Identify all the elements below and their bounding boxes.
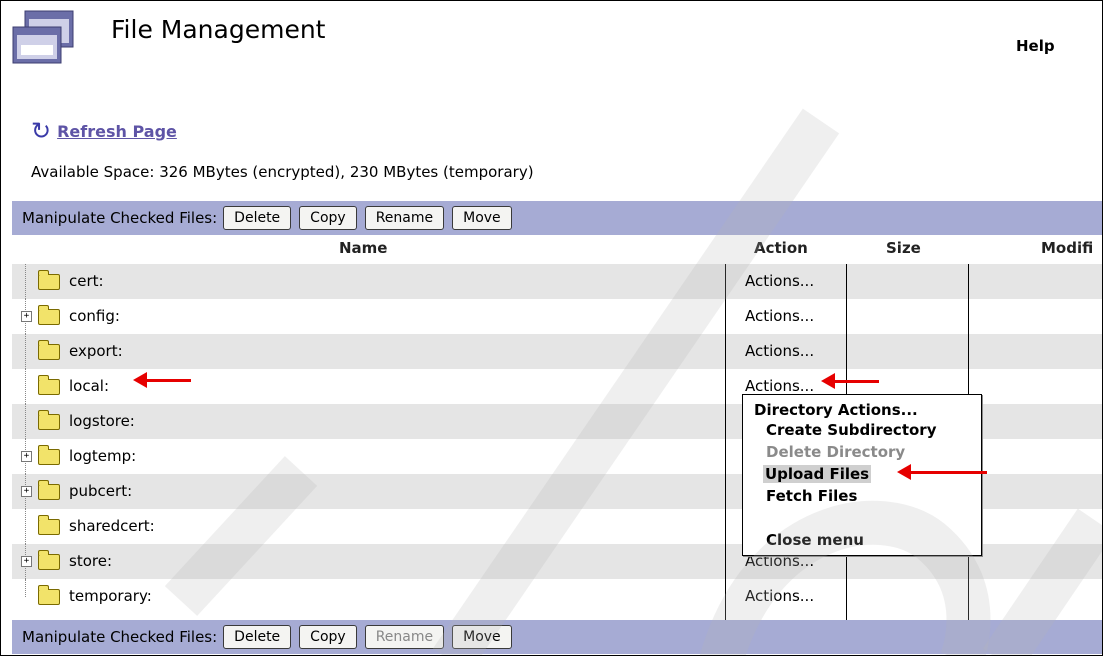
folder-icon	[38, 270, 60, 290]
folder-icon	[38, 340, 60, 360]
refresh-control: ↻ Refresh Page	[31, 119, 177, 143]
refresh-page-link[interactable]: Refresh Page	[57, 122, 177, 141]
folder-name[interactable]: sharedcert:	[69, 517, 155, 535]
available-space-text: Available Space: 326 MBytes (encrypted),…	[31, 163, 534, 181]
directory-actions-menu: Directory Actions... Create Subdirectory…	[742, 394, 982, 556]
menu-item-upload-files[interactable]: Upload Files	[763, 465, 872, 483]
expand-icon[interactable]: +	[21, 486, 32, 497]
folder-name[interactable]: export:	[69, 342, 123, 360]
move-button[interactable]: Move	[452, 206, 512, 230]
open-folder-icon	[38, 375, 60, 395]
column-header-size[interactable]: Size	[886, 239, 921, 257]
column-header-action: Action	[754, 239, 808, 257]
copy-button[interactable]: Copy	[299, 625, 357, 649]
folder-name[interactable]: pubcert:	[69, 482, 132, 500]
expand-icon[interactable]: +	[21, 556, 32, 567]
expand-icon[interactable]: +	[21, 451, 32, 462]
manipulate-label: Manipulate Checked Files:	[22, 628, 218, 646]
expand-icon[interactable]: +	[21, 311, 32, 322]
menu-item-delete-directory[interactable]: Delete Directory	[766, 443, 905, 461]
page-title: File Management	[111, 15, 326, 44]
rename-button[interactable]: Rename	[364, 206, 445, 230]
menu-item-fetch-files[interactable]: Fetch Files	[766, 487, 857, 505]
folder-icon	[38, 550, 60, 570]
menu-title: Directory Actions...	[754, 401, 918, 419]
copy-button[interactable]: Copy	[299, 206, 357, 230]
folder-name[interactable]: temporary:	[69, 587, 152, 605]
rename-button[interactable]: Rename	[364, 625, 445, 649]
help-link[interactable]: Help	[1016, 37, 1055, 55]
manipulate-toolbar-bottom: Manipulate Checked Files: Delete Copy Re…	[12, 620, 1102, 654]
folder-name[interactable]: cert:	[69, 272, 104, 290]
menu-item-close-menu[interactable]: Close menu	[766, 531, 864, 549]
folder-icon	[38, 585, 60, 605]
folder-icon	[38, 515, 60, 535]
manipulate-toolbar-top: Manipulate Checked Files: Delete Copy Re…	[12, 201, 1102, 235]
manipulate-label: Manipulate Checked Files:	[22, 209, 218, 227]
arrow-icon	[821, 373, 879, 389]
folder-name[interactable]: config:	[69, 307, 120, 325]
file-management-window: File Management Help ↻ Refresh Page Avai…	[0, 0, 1103, 656]
folder-name[interactable]: local:	[69, 377, 109, 395]
column-header-name[interactable]: Name	[339, 239, 387, 257]
column-header-modified[interactable]: Modifi	[1041, 239, 1093, 257]
refresh-icon[interactable]: ↻	[31, 119, 51, 143]
folder-icon	[38, 410, 60, 430]
file-management-icon	[11, 9, 77, 71]
move-button[interactable]: Move	[452, 625, 512, 649]
folder-icon	[38, 480, 60, 500]
folder-name[interactable]: store:	[69, 552, 112, 570]
folder-name[interactable]: logtemp:	[69, 447, 136, 465]
folder-name[interactable]: logstore:	[69, 412, 135, 430]
delete-button[interactable]: Delete	[223, 625, 292, 649]
folder-icon	[38, 305, 60, 325]
delete-button[interactable]: Delete	[223, 206, 292, 230]
folder-icon	[38, 445, 60, 465]
arrow-icon	[897, 464, 987, 480]
arrow-icon	[133, 372, 191, 388]
menu-item-create-subdirectory[interactable]: Create Subdirectory	[766, 421, 936, 439]
